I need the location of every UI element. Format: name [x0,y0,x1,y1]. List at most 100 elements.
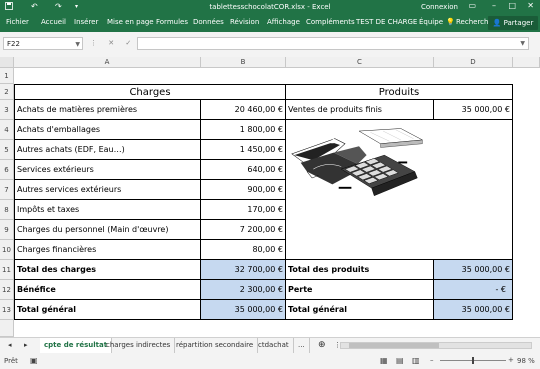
minimize-icon[interactable]: – [492,1,496,10]
charge-label[interactable]: Charges du personnel (Main d'œuvre) [14,220,201,240]
row-header-14 [0,320,14,337]
charge-label[interactable]: Autres achats (EDF, Eau…) [14,140,201,160]
zoom-slider-thumb[interactable] [472,357,474,364]
total-produits-value[interactable]: 35 000,00 € [434,260,513,280]
perte-value[interactable]: - € [434,280,513,300]
charge-value[interactable]: 640,00 € [201,160,286,180]
next-sheet-icon[interactable]: ▸ [20,338,32,353]
charge-value[interactable]: 900,00 € [201,180,286,200]
produit-value[interactable]: 35 000,00 € [434,100,513,120]
tab-affichage[interactable]: Affichage [267,18,300,26]
chocolate-bar-illustration[interactable] [288,121,430,221]
name-box[interactable]: F22 ▼ [3,37,83,50]
charge-value[interactable]: 7 200,00 € [201,220,286,240]
enter-icon[interactable]: ✓ [125,39,131,47]
row-header-10[interactable]: 10 [0,240,14,260]
charge-value[interactable]: 170,00 € [201,200,286,220]
charge-value[interactable]: 1 450,00 € [201,140,286,160]
tab-donnees[interactable]: Données [193,18,224,26]
row-header-3[interactable]: 3 [0,100,14,120]
dots-icon: ⋮ [90,39,97,47]
horizontal-scrollbar[interactable] [340,342,532,349]
prev-sheet-icon[interactable]: ◂ [4,338,16,353]
sheet-tab-ctdachat[interactable]: ctdachat [254,338,294,353]
benefice-value[interactable]: 2 300,00 € [201,280,286,300]
total-produits-label[interactable]: Total des produits [286,260,434,280]
maximize-icon[interactable]: □ [508,1,516,10]
row-header-9[interactable]: 9 [0,220,14,240]
row-header-11[interactable]: 11 [0,260,14,280]
worksheet-grid[interactable]: A B C D 1 2 3 4 5 6 7 8 9 10 11 12 13 Ch… [0,57,540,337]
status-text: Prêt [4,357,18,365]
tab-accueil[interactable]: Accueil [41,18,66,26]
cancel-icon[interactable]: ✕ [108,39,114,47]
row-header-4[interactable]: 4 [0,120,14,140]
column-header-a[interactable]: A [14,57,201,68]
charge-value[interactable]: 80,00 € [201,240,286,260]
row-header-6[interactable]: 6 [0,160,14,180]
tab-complements[interactable]: Compléments [306,18,355,26]
tab-test-de-charge[interactable]: TEST DE CHARGE [356,18,417,26]
scrollbar-thumb[interactable] [349,343,439,348]
tab-revision[interactable]: Révision [230,18,259,26]
total-general-left-value[interactable]: 35 000,00 € [201,300,286,320]
row-header-7[interactable]: 7 [0,180,14,200]
charge-label[interactable]: Achats d'emballages [14,120,201,140]
charge-label[interactable]: Autres services extérieurs [14,180,201,200]
total-general-left-label[interactable]: Total général [14,300,201,320]
lightbulb-icon[interactable]: 💡 [446,18,455,26]
charge-value[interactable]: 1 800,00 € [201,120,286,140]
row-header-13[interactable]: 13 [0,300,14,320]
row-header-8[interactable]: 8 [0,200,14,220]
charge-label[interactable]: Achats de matières premières [14,100,201,120]
tab-formules[interactable]: Formules [156,18,188,26]
tab-equipe[interactable]: Équipe [419,18,443,26]
expand-formula-icon[interactable]: ▼ [520,40,525,47]
sheet-tab-repartition-secondaire[interactable]: répartition secondaire [172,338,259,353]
add-sheet-icon[interactable]: ⊕ [314,338,330,353]
total-charges-value[interactable]: 32 700,00 € [201,260,286,280]
tab-inserer[interactable]: Insérer [74,18,98,26]
tab-mise-en-page[interactable]: Mise en page [107,18,154,26]
window-title: tablettesschocolatCOR.xlsx - Excel [209,3,331,11]
column-header-more[interactable] [513,57,540,68]
column-header-c[interactable]: C [286,57,434,68]
row-header-2[interactable]: 2 [0,84,14,100]
select-all-corner[interactable] [0,57,14,68]
share-button[interactable]: 👤 Partager [488,16,538,30]
more-sheets-button[interactable]: ... [294,338,310,353]
macro-record-icon[interactable]: ▣ [30,356,38,365]
zoom-in-icon[interactable]: + [508,356,514,364]
produits-title[interactable]: Produits [286,84,513,100]
charge-label[interactable]: Charges financières [14,240,201,260]
zoom-out-icon[interactable]: – [430,356,434,364]
search-tell-me[interactable]: Recherch [456,18,488,26]
charge-value[interactable]: 20 460,00 € [201,100,286,120]
benefice-label[interactable]: Bénéfice [14,280,201,300]
column-header-d[interactable]: D [434,57,513,68]
close-icon[interactable]: ✕ [527,1,534,10]
total-general-right-value[interactable]: 35 000,00 € [434,300,513,320]
ribbon-display-icon[interactable]: ▭ [468,1,476,10]
row-header-5[interactable]: 5 [0,140,14,160]
chevron-down-icon[interactable]: ▼ [75,38,80,51]
sheet-tab-charges-indirectes[interactable]: charges indirectes [102,338,176,353]
account-link[interactable]: Connexion [421,3,458,11]
zoom-slider[interactable] [440,357,506,364]
charge-label[interactable]: Services extérieurs [14,160,201,180]
produit-label[interactable]: Ventes de produits finis [286,100,434,120]
row-header-12[interactable]: 12 [0,280,14,300]
charges-title[interactable]: Charges [14,84,286,100]
normal-view-icon[interactable]: ▦ [380,356,388,365]
page-layout-view-icon[interactable]: ▤ [396,356,404,365]
zoom-level[interactable]: 98 % [517,357,535,365]
tab-fichier[interactable]: Fichier [6,18,29,26]
total-general-right-label[interactable]: Total général [286,300,434,320]
page-break-view-icon[interactable]: ▥ [412,356,420,365]
total-charges-label[interactable]: Total des charges [14,260,201,280]
row-header-1[interactable]: 1 [0,68,14,84]
perte-label[interactable]: Perte [286,280,434,300]
formula-input[interactable]: ▼ [137,37,529,50]
column-header-b[interactable]: B [201,57,286,68]
charge-label[interactable]: Impôts et taxes [14,200,201,220]
